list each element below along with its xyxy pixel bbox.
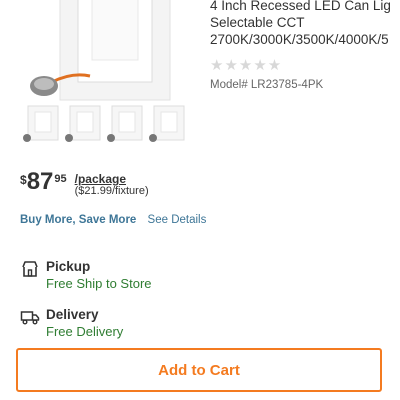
product-image-gallery[interactable] (0, 0, 205, 150)
delivery-label: Delivery (46, 307, 99, 322)
pickup-option[interactable]: Pickup Free Ship to Store (20, 258, 152, 293)
delivery-option[interactable]: Delivery Free Delivery (20, 306, 123, 341)
pickup-detail: Free Ship to Store (46, 276, 152, 291)
price-unit-info: /package ($21.99/fixture) (75, 173, 149, 197)
price-dollar-sign: $ (20, 173, 27, 187)
model-number: Model# LR23785-4PK (210, 79, 324, 91)
store-icon (22, 261, 38, 277)
product-image (23, 0, 185, 142)
promo: Buy More, Save More See Details (20, 214, 206, 226)
product-info: 4 Inch Recessed LED Can Lig Selectable C… (210, 0, 400, 91)
price-per-fixture: ($21.99/fixture) (74, 185, 149, 197)
product-title-line-3[interactable]: 2700K/3000K/3500K/4000K/5 (210, 29, 400, 51)
truck-icon (20, 311, 40, 325)
price-main: 87 (26, 168, 54, 195)
add-to-cart-button[interactable]: Add to Cart (16, 348, 382, 392)
see-details-link[interactable]: See Details (148, 214, 207, 226)
delivery-detail: Free Delivery (46, 324, 124, 339)
price-unit: /package (74, 172, 127, 186)
pickup-label: Pickup (46, 259, 91, 274)
price-cents: 95 (54, 173, 67, 185)
rating-stars[interactable]: ★★★★★ (210, 56, 400, 74)
price: $ 87 95 /package ($21.99/fixture) (20, 168, 149, 198)
promo-label: Buy More, Save More (20, 214, 137, 226)
